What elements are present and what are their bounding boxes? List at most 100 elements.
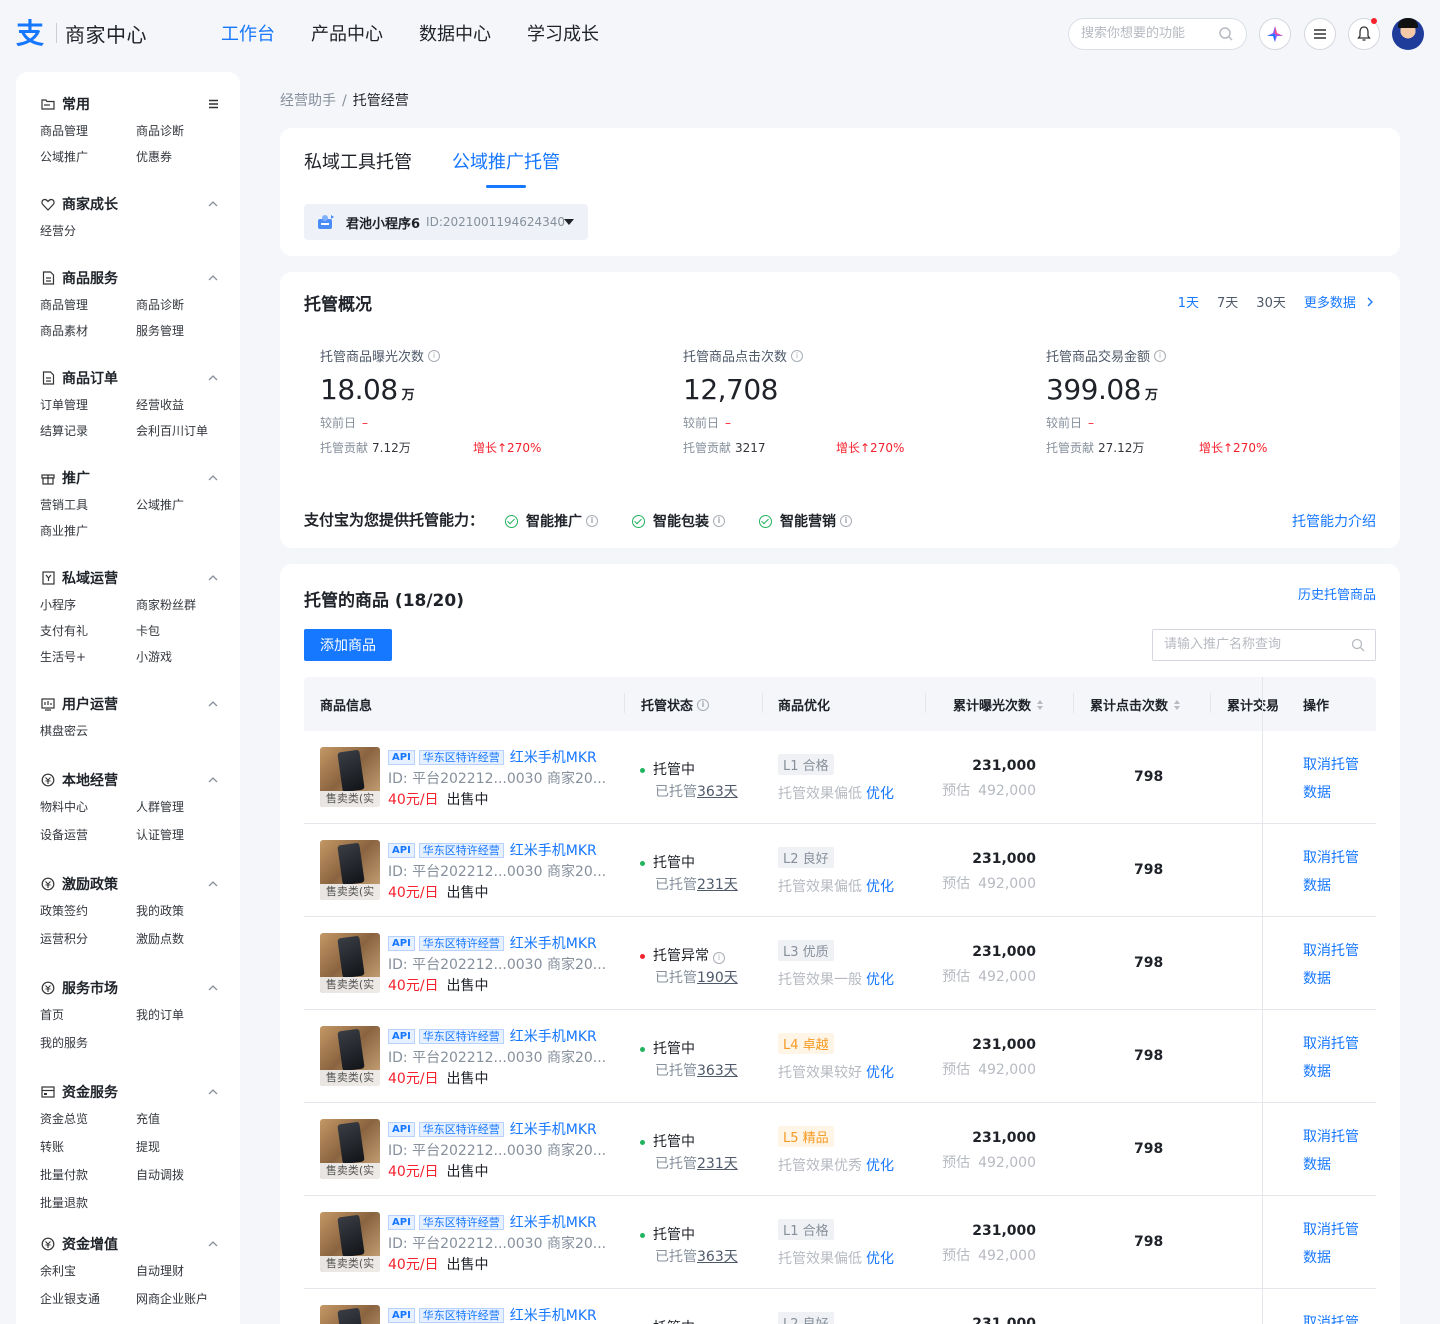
sidebar-item[interactable]: 运营积分 [40,930,136,948]
product-thumbnail[interactable] [320,1305,380,1324]
sidebar-item[interactable]: 设备运营 [40,826,136,844]
sidebar-item[interactable]: 营销工具 [40,496,136,514]
hosting-days-value[interactable]: 363天 [697,784,738,800]
sidebar-item[interactable]: 认证管理 [136,826,232,844]
sidebar-item[interactable]: 棋盘密云 [40,722,136,740]
sidebar-item[interactable]: 批量付款 [40,1166,136,1184]
sidebar-group-header[interactable]: 私域运营 [40,568,220,588]
product-name[interactable]: 红米手机MKR [510,1119,597,1139]
product-name[interactable]: 红米手机MKR [510,1305,597,1324]
info-icon[interactable]: i [586,515,598,527]
goods-search-input[interactable] [1164,637,1334,652]
sidebar-item[interactable]: 充值 [136,1110,232,1128]
sidebar-item[interactable]: 提现 [136,1138,232,1156]
sidebar-group-header[interactable]: 资金增值 [40,1234,220,1254]
cancel-hosting-link[interactable]: 取消托管 [1303,1219,1359,1239]
optimize-link[interactable]: 优化 [866,1158,894,1174]
product-name[interactable]: 红米手机MKR [510,840,597,860]
sidebar-item[interactable]: 会利百川订单 [136,422,232,440]
sidebar-item[interactable]: 公域推广 [136,496,232,514]
sidebar-item[interactable]: 自动调拨 [136,1166,232,1184]
chevron-up-icon[interactable] [206,877,220,891]
sidebar-group-header[interactable]: 商家成长 [40,194,220,214]
ability-smart-marketing[interactable]: 智能营销 i [759,511,852,531]
goods-search[interactable] [1152,629,1376,661]
product-thumbnail[interactable]: 售卖类(实 [320,933,380,993]
sidebar-item[interactable]: 商品管理 [40,122,136,140]
hosting-days-value[interactable]: 363天 [697,1249,738,1265]
add-goods-button[interactable]: 添加商品 [304,629,392,661]
chevron-up-icon[interactable] [206,773,220,787]
sidebar-item[interactable]: 支付有礼 [40,622,136,640]
sidebar-item[interactable]: 自动理财 [136,1262,232,1280]
sidebar-group-header[interactable]: 推广 [40,468,220,488]
menu-icon[interactable] [206,97,220,111]
ability-smart-promotion[interactable]: 智能推广 i [505,511,598,531]
ai-assistant-button[interactable] [1259,18,1291,50]
info-icon[interactable]: i [713,515,725,527]
sidebar-item[interactable]: 公域推广 [40,148,136,166]
product-name[interactable]: 红米手机MKR [510,933,597,953]
hosting-days-value[interactable]: 231天 [697,1156,738,1172]
hosting-days-value[interactable]: 363天 [697,1063,738,1079]
sidebar-item[interactable]: 生活号+ [40,648,136,666]
optimize-link[interactable]: 优化 [866,1251,894,1267]
data-link[interactable]: 数据 [1303,1061,1331,1081]
product-thumbnail[interactable]: 售卖类(实 [320,747,380,807]
chevron-up-icon[interactable] [206,571,220,585]
chevron-up-icon[interactable] [206,197,220,211]
app-selector[interactable]: 君池小程序6 ID:2021001194624340 [304,204,588,240]
sidebar-item[interactable]: 优惠券 [136,148,232,166]
range-1d[interactable]: 1天 [1178,292,1199,311]
search-icon[interactable] [1351,638,1365,652]
cancel-hosting-link[interactable]: 取消托管 [1303,1033,1359,1053]
tab-private-tools[interactable]: 私域工具托管 [304,148,412,174]
sidebar-item[interactable]: 服务管理 [136,322,232,340]
info-icon[interactable]: i [1154,349,1167,362]
data-link[interactable]: 数据 [1303,968,1331,988]
sidebar-item[interactable]: 转账 [40,1138,136,1156]
chevron-up-icon[interactable] [206,371,220,385]
sidebar-item[interactable]: 小程序 [40,596,136,614]
cancel-hosting-link[interactable]: 取消托管 [1303,1126,1359,1146]
product-thumbnail[interactable]: 售卖类(实 [320,1026,380,1086]
sort-icon[interactable] [1037,699,1044,710]
global-search[interactable] [1068,18,1247,50]
chevron-up-icon[interactable] [206,1085,220,1099]
sidebar-group-header[interactable]: 资金服务 [40,1082,220,1102]
info-icon[interactable]: i [840,515,852,527]
sidebar-item[interactable]: 商品素材 [40,322,136,340]
ability-intro-link[interactable]: 托管能力介绍 [1292,511,1376,531]
menu-button[interactable] [1304,18,1336,50]
range-30d[interactable]: 30天 [1256,292,1286,311]
sidebar-item[interactable]: 批量退款 [40,1194,136,1212]
sidebar-item[interactable]: 资金总览 [40,1110,136,1128]
more-data-link[interactable]: 更多数据 [1304,292,1376,311]
ability-smart-packaging[interactable]: 智能包装 i [632,511,725,531]
optimize-link[interactable]: 优化 [866,879,894,895]
col-exposure[interactable]: 累计曝光次数 [953,695,1044,714]
sidebar-item[interactable]: 余利宝 [40,1262,136,1280]
sidebar-item[interactable]: 小游戏 [136,648,232,666]
sidebar-group-header[interactable]: 本地经营 [40,770,220,790]
range-7d[interactable]: 7天 [1217,292,1238,311]
data-link[interactable]: 数据 [1303,875,1331,895]
hosting-days-value[interactable]: 231天 [697,877,738,893]
sidebar-item[interactable]: 经营分 [40,222,136,240]
chevron-up-icon[interactable] [206,981,220,995]
sidebar-item[interactable]: 卡包 [136,622,232,640]
sidebar-item[interactable]: 订单管理 [40,396,136,414]
sidebar-item[interactable]: 企业银支通 [40,1290,136,1308]
product-name[interactable]: 红米手机MKR [510,747,597,767]
info-icon[interactable]: i [697,698,710,711]
sidebar-item[interactable]: 我的订单 [136,1006,232,1024]
sidebar-item[interactable]: 物料中心 [40,798,136,816]
sidebar-item[interactable]: 人群管理 [136,798,232,816]
nav-workbench[interactable]: 工作台 [221,20,275,46]
optimize-link[interactable]: 优化 [866,1065,894,1081]
sidebar-item[interactable]: 商品诊断 [136,122,232,140]
sidebar-item[interactable]: 我的服务 [40,1034,136,1052]
sidebar-group-header[interactable]: 服务市场 [40,978,220,998]
optimize-link[interactable]: 优化 [866,972,894,988]
product-thumbnail[interactable]: 售卖类(实 [320,1212,380,1272]
